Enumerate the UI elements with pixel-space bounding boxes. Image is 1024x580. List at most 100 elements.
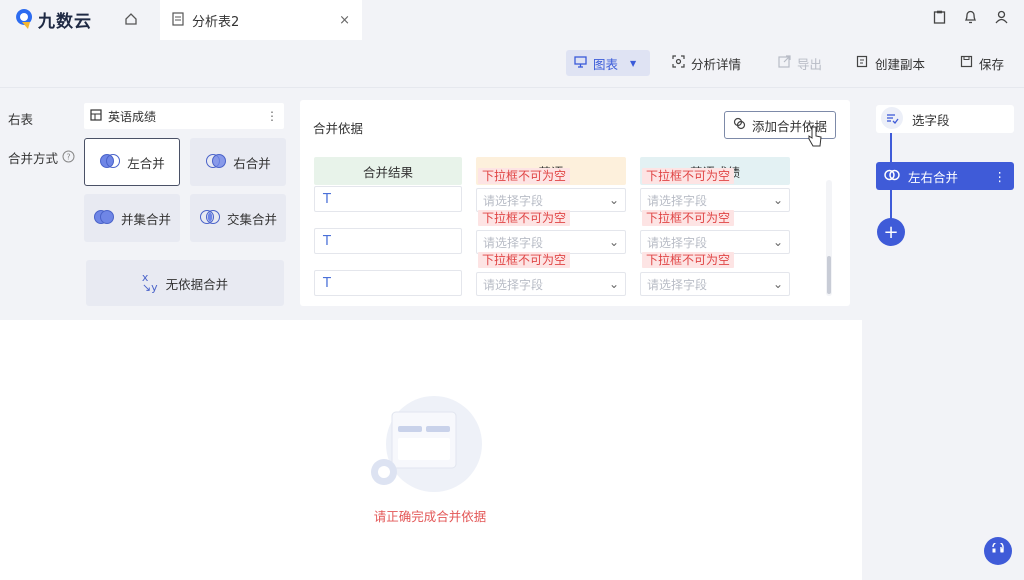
no-basis-label: 无依据合并: [165, 276, 229, 292]
caret-down-icon: ▼: [630, 58, 637, 68]
more-vertical-icon[interactable]: ⋮: [266, 109, 278, 123]
right-join-icon: [205, 153, 227, 172]
create-copy-label: 创建副本: [875, 56, 926, 72]
right-field-select[interactable]: 请选择字段 ⌄: [640, 188, 790, 212]
export-button[interactable]: 导出: [778, 50, 822, 76]
join-left-label: 左合并: [127, 155, 165, 171]
right-field-placeholder: 请选择字段: [647, 277, 708, 292]
xy-icon: x ↘y: [141, 271, 158, 294]
no-basis-join-button[interactable]: x ↘y 无依据合并: [86, 260, 284, 306]
logo-mark-icon: [14, 8, 34, 30]
analysis-detail-button[interactable]: 分析详情: [672, 50, 741, 76]
error-tip: 下拉框不可为空: [642, 252, 735, 268]
save-label: 保存: [979, 56, 1005, 72]
right-field-select[interactable]: 请选择字段 ⌄: [640, 272, 790, 296]
join-union-button[interactable]: 并集合并: [84, 194, 180, 242]
tab-close-icon[interactable]: ×: [339, 13, 350, 28]
right-field-select[interactable]: 请选择字段 ⌄: [640, 230, 790, 254]
text-type-icon: T: [323, 233, 331, 249]
col-header-result: 合并结果: [314, 157, 462, 185]
right-table-label: 右表: [8, 112, 34, 127]
right-table-value: 英语成绩: [108, 109, 157, 124]
copy-icon: [856, 55, 869, 71]
clipboard-icon[interactable]: [933, 10, 946, 27]
left-join-icon: [99, 153, 121, 172]
top-right-actions: [933, 10, 1008, 27]
more-vertical-icon[interactable]: ⋮: [994, 169, 1007, 184]
svg-text:?: ?: [66, 152, 70, 161]
join-right-label: 右合并: [233, 155, 271, 171]
export-label: 导出: [797, 56, 823, 72]
tab-analysis-table[interactable]: 分析表2 ×: [160, 0, 362, 40]
home-tab[interactable]: [104, 0, 158, 40]
union-join-icon: [93, 209, 115, 228]
link-icon: [733, 117, 746, 133]
intersect-join-icon: [199, 209, 221, 228]
left-field-placeholder: 请选择字段: [483, 235, 544, 250]
basis-scrollbar-thumb[interactable]: [827, 256, 831, 294]
chevron-down-icon: ⌄: [772, 235, 783, 249]
left-field-placeholder: 请选择字段: [483, 193, 544, 208]
analysis-detail-label: 分析详情: [691, 56, 742, 72]
tab-label: 分析表2: [192, 14, 240, 30]
flow-node-merge[interactable]: 左右合并 ⋮: [876, 162, 1014, 190]
left-field-placeholder: 请选择字段: [483, 277, 544, 292]
right-table-select[interactable]: 英语成绩 ⋮: [84, 103, 284, 129]
save-button[interactable]: 保存: [960, 50, 1004, 76]
error-tip: 下拉框不可为空: [478, 168, 571, 184]
bell-icon[interactable]: [964, 10, 977, 27]
select-fields-icon: [880, 106, 904, 133]
join-mode-label: 合并方式: [8, 151, 59, 166]
merge-node-icon: [884, 169, 900, 184]
chevron-down-icon: ⌄: [608, 277, 619, 291]
error-tip: 下拉框不可为空: [478, 210, 571, 226]
document-icon: [172, 11, 184, 29]
chevron-down-icon: ⌄: [608, 193, 619, 207]
scan-icon: [672, 55, 685, 71]
right-field-placeholder: 请选择字段: [647, 235, 708, 250]
merge-node-label: 左右合并: [908, 169, 959, 185]
join-intersect-label: 交集合并: [226, 211, 277, 227]
chevron-down-icon: ⌄: [772, 193, 783, 207]
left-field-select[interactable]: 请选择字段 ⌄: [476, 230, 626, 254]
right-field-placeholder: 请选择字段: [647, 193, 708, 208]
chevron-down-icon: ⌄: [608, 235, 619, 249]
empty-state-illustration: [368, 392, 498, 501]
join-intersect-button[interactable]: 交集合并: [190, 194, 286, 242]
chevron-down-icon: ⌄: [772, 277, 783, 291]
user-icon[interactable]: [995, 10, 1008, 27]
text-type-icon: T: [323, 191, 331, 207]
save-icon: [960, 55, 973, 71]
flow-node-select-fields[interactable]: 选字段: [876, 105, 1014, 133]
text-type-icon: T: [323, 275, 331, 291]
chat-icon: [991, 540, 1005, 560]
help-icon[interactable]: ?: [62, 150, 75, 166]
monitor-icon: [574, 55, 587, 71]
table-icon: [90, 108, 102, 124]
pointer-cursor-icon: [808, 126, 822, 151]
error-tip: 下拉框不可为空: [478, 252, 571, 268]
join-mode-label-group: 合并方式 ?: [8, 148, 75, 167]
left-field-select[interactable]: 请选择字段 ⌄: [476, 188, 626, 212]
create-copy-button[interactable]: 创建副本: [856, 50, 925, 76]
app-logo[interactable]: 九数云: [14, 6, 92, 32]
logo-text: 九数云: [38, 11, 92, 32]
select-fields-label: 选字段: [912, 112, 950, 128]
chart-button[interactable]: 图表 ▼: [566, 50, 650, 76]
error-tip: 下拉框不可为空: [642, 210, 735, 226]
chat-support-button[interactable]: [984, 537, 1012, 565]
merge-basis-title: 合并依据: [313, 121, 364, 136]
join-left-button[interactable]: 左合并: [84, 138, 180, 186]
result-field-input[interactable]: T: [314, 228, 462, 254]
empty-state-text: 请正确完成合并依据: [373, 509, 487, 524]
home-icon: [124, 12, 138, 29]
left-field-select[interactable]: 请选择字段 ⌄: [476, 272, 626, 296]
chart-label: 图表: [593, 56, 619, 72]
result-field-input[interactable]: T: [314, 270, 462, 296]
export-icon: [778, 55, 791, 71]
error-tip: 下拉框不可为空: [642, 168, 735, 184]
flow-add-node-button[interactable]: +: [877, 218, 905, 246]
join-right-button[interactable]: 右合并: [190, 138, 286, 186]
join-union-label: 并集合并: [120, 211, 171, 227]
result-field-input[interactable]: T: [314, 186, 462, 212]
